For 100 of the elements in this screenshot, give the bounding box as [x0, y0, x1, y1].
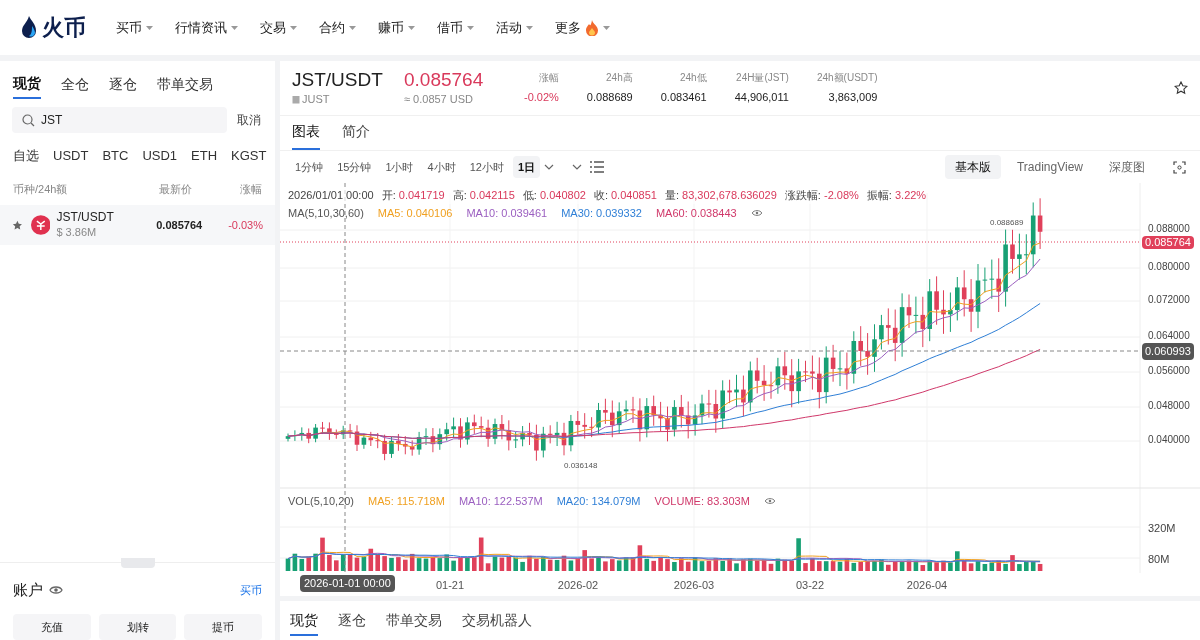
- nav-menu-item[interactable]: 买币: [116, 17, 153, 38]
- column-header[interactable]: 最新价: [102, 180, 192, 198]
- last-price: 0.085764: [404, 68, 485, 91]
- price-axis-label: 0.080000: [1148, 261, 1190, 273]
- pair-name: JST/USDT: [56, 209, 114, 224]
- price-axis-label: 0.048000: [1148, 400, 1190, 412]
- candle-info: 高: 0.042115: [452, 188, 515, 203]
- moving-average-value: MA10: 0.039461: [466, 206, 548, 221]
- candle-info: 低: 0.040802: [522, 188, 586, 203]
- order-tab[interactable]: 现货: [290, 606, 318, 636]
- logo-text: 火币: [42, 14, 86, 42]
- account-button[interactable]: 充值: [13, 614, 91, 640]
- volume-average-value: MA5: 115.718M: [368, 494, 445, 509]
- market-row[interactable]: JST/USDT $ 3.86M 0.085764 -0.03%: [0, 205, 275, 245]
- candle-info: 振幅: 3.22%: [866, 188, 927, 203]
- crosshair-date-label: 2026-01-01 00:00: [300, 575, 395, 592]
- moving-average-value: MA60: 0.038443: [655, 206, 737, 221]
- low-price-label: 0.036148: [564, 460, 598, 472]
- pair-title: JST/USDT: [292, 68, 384, 91]
- stat-value: -0.02%: [524, 90, 559, 106]
- time-axis-label: 2026-02: [557, 578, 599, 593]
- interval-tab[interactable]: 1分钟: [290, 156, 329, 178]
- order-tab[interactable]: 带单交易: [386, 606, 442, 636]
- interval-tab[interactable]: 1小时: [380, 156, 419, 178]
- column-header[interactable]: 涨幅: [192, 180, 262, 198]
- nav-menu-item[interactable]: 更多: [555, 17, 610, 38]
- moving-average-value: MA30: 0.039332: [561, 206, 642, 221]
- order-tab[interactable]: 交易机器人: [462, 606, 532, 636]
- market-tab[interactable]: 全仓: [61, 69, 89, 99]
- interval-tab[interactable]: 12小时: [464, 156, 509, 178]
- candle-date: 2026/01/01 00:00: [288, 188, 374, 203]
- column-header[interactable]: 币种/24h额: [13, 180, 102, 198]
- market-tab[interactable]: 逐仓: [109, 69, 137, 99]
- order-tab[interactable]: 逐仓: [338, 606, 366, 636]
- high-price-label: 0.088689: [990, 217, 1024, 229]
- volume-average-value: MA10: 122.537M: [458, 494, 543, 509]
- stat-value: 44,906,011: [734, 90, 789, 106]
- price-axis-label: 0.088000: [1148, 223, 1190, 235]
- time-axis-label: 03-22: [795, 578, 825, 593]
- time-axis-label: 01-21: [435, 578, 465, 593]
- price-axis-label: 0.072000: [1148, 294, 1190, 306]
- interval-tab[interactable]: 4小时: [422, 156, 461, 178]
- candle-info: 涨跌幅: -2.08%: [784, 188, 859, 203]
- indicator-label: MA(5,10,30,60): [288, 206, 364, 221]
- stat-label: 24H量(JST): [736, 71, 789, 86]
- time-axis-label: 2026-03: [673, 578, 715, 593]
- interval-tab[interactable]: 15分钟: [332, 156, 377, 178]
- candle-info: 开: 0.041719: [381, 188, 445, 203]
- quote-tab[interactable]: 自选: [13, 146, 39, 166]
- account-button[interactable]: 划转: [98, 614, 177, 640]
- interval-tab[interactable]: 1日: [512, 156, 540, 178]
- moving-average-value: MA5: 0.040106: [377, 206, 453, 221]
- buy-link[interactable]: 买币: [240, 581, 262, 599]
- crosshair-price-badge: 0.060993: [1142, 343, 1194, 360]
- indicator-label: VOL(5,10,20): [288, 494, 355, 509]
- price-axis-label: 0.064000: [1148, 330, 1190, 342]
- time-axis-label: 2026-04: [906, 578, 948, 593]
- price-axis-label: 0.056000: [1148, 365, 1190, 377]
- nav-menu-item[interactable]: 交易: [260, 17, 297, 38]
- market-tab[interactable]: 带单交易: [157, 69, 213, 99]
- quote-tab[interactable]: BTC: [102, 146, 129, 166]
- chart-tab[interactable]: 简介: [342, 121, 370, 150]
- volume-average-value: VOLUME: 83.303M: [654, 494, 750, 509]
- usd-price: ≈ 0.0857 USD: [404, 91, 475, 107]
- account-button[interactable]: 提币: [184, 614, 262, 640]
- pair-change: -0.03%: [227, 217, 263, 233]
- last-price-badge: 0.085764: [1142, 236, 1194, 249]
- chart-view-tab[interactable]: 深度图: [1099, 155, 1155, 179]
- quote-tab[interactable]: KGST: [231, 146, 267, 166]
- nav-menu-item[interactable]: 活动: [496, 17, 533, 38]
- pair-volume: $ 3.86M: [56, 224, 98, 240]
- candle-info: 收: 0.040851: [593, 188, 657, 203]
- quote-tab[interactable]: USD1: [142, 146, 178, 166]
- stat-label: 24h高: [606, 71, 633, 86]
- stat-value: 0.088689: [586, 90, 633, 106]
- quote-tab[interactable]: ETH: [191, 146, 218, 166]
- stat-value: 3,863,009: [828, 90, 878, 106]
- price-axis-label: 0.040000: [1148, 434, 1190, 446]
- quote-tab[interactable]: USDT: [53, 146, 89, 166]
- chart-view-tab[interactable]: 基本版: [944, 155, 1001, 179]
- nav-menu-item[interactable]: 合约: [319, 17, 356, 38]
- volume-axis-label: 320M: [1148, 521, 1176, 536]
- nav-menu-item[interactable]: 借币: [437, 17, 474, 38]
- account-title: 账户: [13, 579, 43, 600]
- stat-value: 0.083461: [660, 90, 707, 106]
- candle-info: 量: 83,302,678.636029: [664, 188, 777, 203]
- search-field[interactable]: JST: [12, 107, 227, 133]
- stat-label: 涨幅: [538, 71, 559, 86]
- nav-menu-item[interactable]: 赚币: [378, 17, 415, 38]
- coin-name: JUST: [302, 91, 330, 107]
- pair-price: 0.085764: [155, 217, 203, 233]
- nav-menu-item[interactable]: 行情资讯: [175, 17, 238, 38]
- volume-axis-label: 80M: [1148, 552, 1170, 567]
- chart-view-tab[interactable]: TradingView: [1006, 155, 1093, 179]
- volume-average-value: MA20: 134.079M: [556, 494, 641, 509]
- market-tab[interactable]: 现货: [13, 69, 41, 99]
- stat-label: 24h额(USDT): [816, 71, 878, 86]
- chart-tab[interactable]: 图表: [292, 121, 320, 150]
- cancel-button[interactable]: 取消: [235, 111, 263, 129]
- stat-label: 24h低: [679, 71, 707, 86]
